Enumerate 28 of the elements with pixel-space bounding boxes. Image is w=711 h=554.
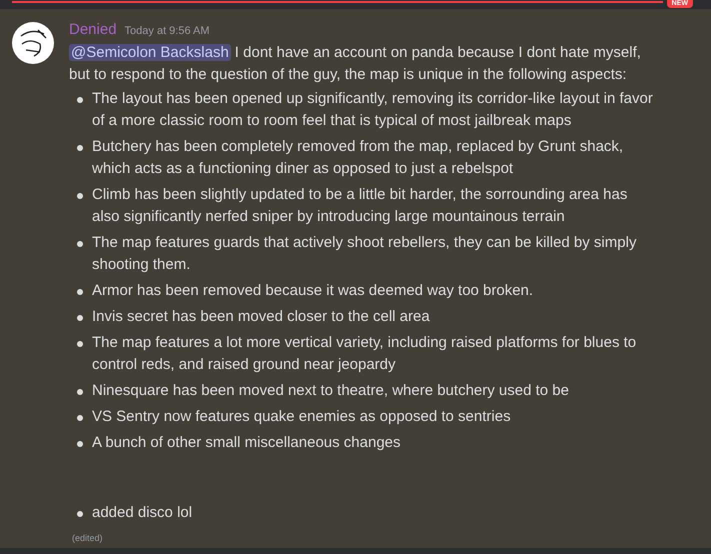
bullet-icon xyxy=(77,388,83,394)
list-item-text: The layout has been opened up significantly, removing its corridor-like layout in favor of a more classic room to room feel that is typical of most jailbreak maps xyxy=(92,88,654,130)
list-item-text: The map features guards that actively shoot rebellers, they can be killed by simply shooting them. xyxy=(92,232,638,274)
bullet-icon xyxy=(77,192,83,198)
avatar xyxy=(12,22,54,64)
list-item-text: Butchery has been completely removed from the map, replaced by Grunt shack, which acts as a functioning diner as opposed to just a rebelspot xyxy=(92,136,624,178)
bullet-icon xyxy=(77,510,83,516)
user-mention[interactable]: @Semicolon Backslash xyxy=(69,44,231,60)
bullet-icon xyxy=(77,314,83,320)
bullet-icon xyxy=(77,144,83,150)
bullet-icon xyxy=(77,440,83,446)
list-item-text: Ninesquare has been moved next to theatre, where butchery used to be xyxy=(92,380,569,400)
list-item-text: The map features a lot more vertical variety, including raised platforms for blues to control reds, and raised ground near jeopardy xyxy=(92,332,638,374)
bullet-icon xyxy=(77,96,83,102)
bullet-icon xyxy=(77,240,83,246)
list-item-text: Climb has been slightly updated to be a little bit harder, the sorrounding area has also significantly nerfed sniper by introducing large mountainous terrain xyxy=(92,184,628,226)
bullet-icon xyxy=(77,340,83,346)
list-item-text: VS Sentry now features quake enemies as opposed to sentries xyxy=(92,406,511,426)
list-item-text: A bunch of other small miscellaneous changes xyxy=(92,432,401,452)
message-text: @Semicolon Backslash I dont have an account on panda because I dont hate myself, but to respond to the question of the guy, the map is unique in the following aspects: xyxy=(69,42,642,84)
timestamp: Today at 9:56 AM xyxy=(124,24,210,39)
edited-label: (edited) xyxy=(72,532,104,545)
list-item-text: Invis secret has been moved closer to the cell area xyxy=(92,306,430,326)
bullet-icon xyxy=(77,288,83,294)
author-name[interactable]: Denied xyxy=(69,19,117,42)
list-item-text: Armor has been removed because it was deemed way too broken. xyxy=(92,280,534,300)
bullet-icon xyxy=(77,414,83,420)
list-item-text: added disco lol xyxy=(92,502,192,522)
